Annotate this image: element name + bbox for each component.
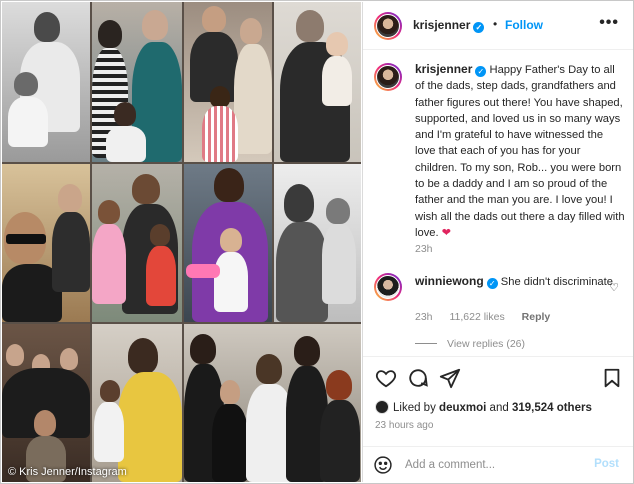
heart-emoji-icon: ❤ — [441, 226, 452, 239]
author-username[interactable]: krisjenner ✓ — [413, 18, 485, 33]
post-timestamp[interactable]: 23 hours ago — [375, 420, 433, 431]
follow-button[interactable]: Follow — [505, 18, 543, 32]
view-replies-label[interactable]: View replies (26) — [447, 338, 525, 350]
commenter-avatar[interactable] — [374, 273, 402, 301]
caption-text-block: krisjenner ✓ Happy Father's Day to all of… — [415, 61, 625, 241]
collage-photo-plane-selfie — [2, 164, 90, 322]
comment-time[interactable]: 23h — [415, 311, 433, 323]
liked-by-and: and — [489, 402, 509, 414]
replies-divider-line — [415, 343, 437, 344]
caption-avatar[interactable] — [374, 63, 402, 91]
collage-photo-bw-dad-daughter — [274, 164, 361, 322]
collage-photo-dad-kissing-baby — [274, 2, 361, 162]
comment-likes[interactable]: 11,622 likes — [449, 311, 504, 323]
post-side-panel: krisjenner ✓ • Follow ••• krisjenner ✓ Hap… — [362, 2, 633, 482]
caption-meta: 23h — [415, 243, 447, 255]
post-photo-collage[interactable]: © Kris Jenner/Instagram — [2, 2, 361, 482]
caption-username[interactable]: krisjenner — [415, 62, 472, 76]
view-replies-button[interactable]: View replies (26) — [415, 338, 525, 350]
verified-badge-icon: ✓ — [486, 278, 498, 289]
comment-bubble-icon[interactable] — [407, 367, 429, 389]
collage-photo-dad-with-baby — [2, 2, 90, 162]
comment-text-block: winniewong ✓ She didn't discriminate — [415, 273, 625, 290]
share-send-icon[interactable] — [439, 367, 461, 389]
post-comment-button[interactable]: Post — [594, 458, 619, 470]
header-separator: • — [493, 17, 498, 31]
save-bookmark-icon[interactable] — [601, 367, 623, 389]
caption-text: Happy Father's Day to all of the dads, s… — [415, 64, 625, 239]
author-username-text[interactable]: krisjenner — [413, 18, 470, 32]
collage-photo-dad-yellow-hoodie — [92, 324, 182, 482]
author-avatar[interactable] — [374, 12, 402, 40]
comment-input[interactable] — [405, 456, 575, 474]
liked-by-prefix: Liked by — [393, 402, 436, 414]
photo-credit: © Kris Jenner/Instagram — [8, 466, 127, 478]
liker-avatar[interactable] — [375, 400, 389, 414]
emoji-smiley-icon[interactable] — [373, 455, 393, 475]
liked-by-count[interactable]: 319,524 others — [512, 402, 592, 414]
collage-photo-dad-with-toddler — [184, 164, 272, 322]
verified-badge-icon: ✓ — [473, 22, 485, 33]
post-header: krisjenner ✓ • Follow ••• — [363, 2, 633, 50]
liked-by-user[interactable]: deuxmoi — [439, 402, 486, 414]
collage-photo-grandmother-kids — [184, 2, 272, 162]
collage-photo-women-group — [2, 324, 90, 482]
more-options-icon[interactable]: ••• — [599, 14, 619, 32]
commenter-username[interactable]: winniewong — [415, 274, 484, 288]
likes-summary[interactable]: Liked by deuxmoi and 319,524 others — [375, 400, 592, 414]
comment-like-heart-icon[interactable]: ♡ — [609, 281, 619, 294]
comment-meta: 23h 11,622 likes Reply — [415, 311, 564, 323]
caption-time[interactable]: 23h — [415, 243, 433, 255]
add-comment-bar: Post — [363, 446, 633, 482]
comments-section: krisjenner ✓ Happy Father's Day to all of… — [363, 51, 633, 356]
collage-photo-vintage-family — [184, 324, 361, 482]
post-actions: Liked by deuxmoi and 319,524 others 23 h… — [363, 356, 633, 446]
verified-badge-icon: ✓ — [475, 66, 487, 77]
reply-button[interactable]: Reply — [522, 311, 551, 323]
collage-photo-dad-two-girls — [92, 164, 182, 322]
like-heart-icon[interactable] — [375, 367, 397, 389]
collage-photo-family-portrait — [92, 2, 182, 162]
comment-text: She didn't discriminate — [500, 276, 613, 288]
